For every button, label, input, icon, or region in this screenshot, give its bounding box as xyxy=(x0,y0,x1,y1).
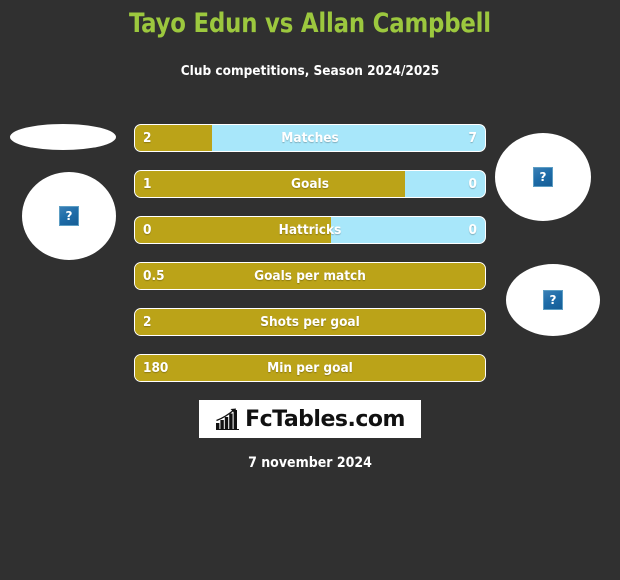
home-stat-value: 2 xyxy=(143,314,152,330)
away-stat-value: 7 xyxy=(468,130,477,146)
stat-row: 180 Min per goal xyxy=(134,354,486,382)
home-bar-fill xyxy=(135,171,405,197)
page-title: Tayo Edun vs Allan Campbell xyxy=(129,8,491,39)
away-player-photo-placeholder: ? xyxy=(495,133,591,221)
home-bar-fill xyxy=(135,217,331,243)
home-stat-value: 2 xyxy=(143,130,152,146)
stat-row: 2 Matches 7 xyxy=(134,124,486,152)
stat-row: 0 Hattricks 0 xyxy=(134,216,486,244)
home-stat-value: 180 xyxy=(143,360,169,376)
away-stat-value: 0 xyxy=(468,222,477,238)
broken-image-icon: ? xyxy=(59,206,79,226)
away-stat-value: 0 xyxy=(468,176,477,192)
bar-chart-growth-icon xyxy=(216,408,240,430)
stat-row: 1 Goals 0 xyxy=(134,170,486,198)
fctables-logo[interactable]: FcTables.com xyxy=(199,400,421,438)
stat-comparison-bars: 2 Matches 7 1 Goals 0 0 Hattricks 0 0.5 Goals per … xyxy=(134,124,486,400)
away-player-flag-placeholder: ? xyxy=(506,264,600,336)
stat-row: 0.5 Goals per match xyxy=(134,262,486,290)
logo-text: FcTables.com xyxy=(245,406,405,432)
home-bar-fill xyxy=(135,263,485,289)
home-bar-fill xyxy=(135,355,485,381)
stat-row: 2 Shots per goal xyxy=(134,308,486,336)
home-stat-value: 1 xyxy=(143,176,152,192)
report-date: 7 november 2024 xyxy=(248,455,372,471)
broken-image-icon: ? xyxy=(543,290,563,310)
home-player-photo-placeholder: ? xyxy=(22,172,116,260)
home-bar-fill xyxy=(135,309,485,335)
player-comparison-infographic: Tayo Edun vs Allan Campbell Club competi… xyxy=(0,0,620,580)
page-subtitle: Club competitions, Season 2024/2025 xyxy=(180,63,440,79)
home-stat-value: 0 xyxy=(143,222,152,238)
broken-image-icon: ? xyxy=(533,167,553,187)
home-stat-value: 0.5 xyxy=(143,268,165,284)
home-player-flag-placeholder xyxy=(10,124,116,150)
